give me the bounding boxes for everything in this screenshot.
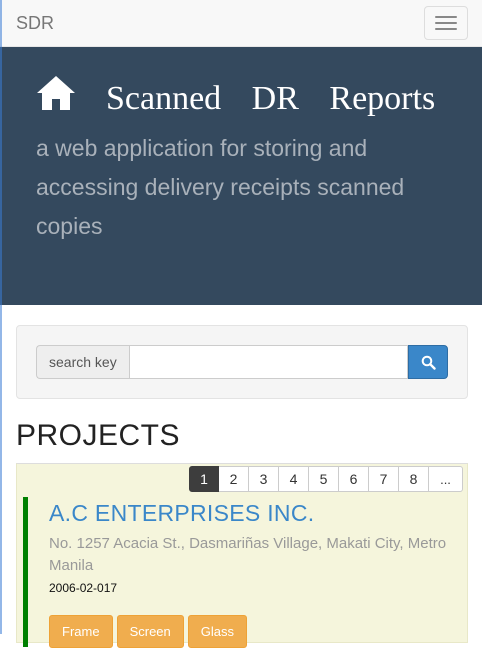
hamburger-icon-bar <box>435 22 457 24</box>
project-item: A.C ENTERPRISES INC. No. 1257 Acacia St.… <box>23 497 459 648</box>
search-panel: search key <box>16 325 468 399</box>
navbar: SDR <box>0 0 482 47</box>
page-title: Scanned DR Reports <box>36 75 446 119</box>
page-title-text: Scanned DR Reports <box>106 80 436 117</box>
page-link-4[interactable]: 4 <box>279 466 309 492</box>
search-group: search key <box>36 345 448 379</box>
hamburger-icon-bar <box>435 28 457 30</box>
page-link-2[interactable]: 2 <box>219 466 249 492</box>
tag-button-screen[interactable]: Screen <box>116 615 184 648</box>
project-code: 2006-02-017 <box>49 581 118 595</box>
search-key-label: search key <box>36 345 129 379</box>
hamburger-icon-bar <box>435 16 457 18</box>
menu-toggle-button[interactable] <box>424 6 468 40</box>
search-input[interactable] <box>128 345 408 379</box>
hero-banner: Scanned DR Reports a web application for… <box>0 47 482 305</box>
project-address: No. 1257 Acacia St., Dasmariñas Village,… <box>49 535 447 574</box>
search-button[interactable] <box>408 345 448 379</box>
project-name-link[interactable]: A.C ENTERPRISES INC. <box>49 500 459 527</box>
page-link-3[interactable]: 3 <box>249 466 279 492</box>
page-link-1[interactable]: 1 <box>189 466 219 492</box>
page-subtitle: a web application for storing and access… <box>36 135 405 239</box>
projects-heading: PROJECTS <box>16 419 181 452</box>
projects-panel: 1 2 3 4 5 6 7 8 ... A.C ENTERPRISES INC.… <box>16 463 468 648</box>
project-tags: Frame Screen Glass <box>49 615 459 648</box>
brand-link[interactable]: SDR <box>16 13 54 34</box>
page-link-5[interactable]: 5 <box>309 466 339 492</box>
tag-button-frame[interactable]: Frame <box>49 615 113 648</box>
search-icon <box>421 355 436 370</box>
page-link-8[interactable]: 8 <box>399 466 429 492</box>
pagination: 1 2 3 4 5 6 7 8 ... <box>189 466 463 492</box>
page-link-more[interactable]: ... <box>429 466 463 492</box>
home-icon <box>36 75 76 119</box>
window-edge <box>0 0 2 634</box>
tag-button-glass[interactable]: Glass <box>187 615 247 648</box>
page-link-7[interactable]: 7 <box>369 466 399 492</box>
page-link-6[interactable]: 6 <box>339 466 369 492</box>
